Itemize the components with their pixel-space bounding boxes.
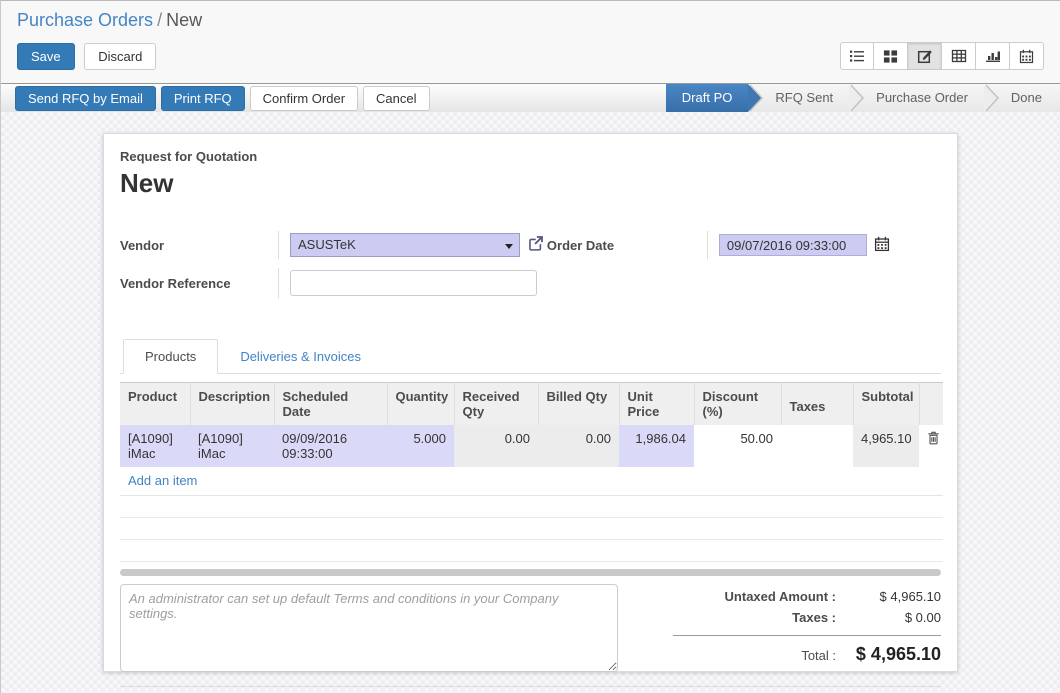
open-vendor-record-button[interactable] bbox=[527, 235, 544, 255]
calendar-view-button[interactable] bbox=[1010, 42, 1044, 70]
vendor-selected-value: ASUSTeK bbox=[298, 237, 356, 252]
cell-discount[interactable]: 50.00 bbox=[694, 425, 781, 467]
page-title: New bbox=[120, 168, 941, 199]
column-header-taxes[interactable]: Taxes bbox=[781, 383, 853, 426]
notebook-tabs: Products Deliveries & Invoices bbox=[120, 338, 941, 374]
order-date-label: Order Date bbox=[547, 238, 707, 253]
breadcrumb-purchase-orders-link[interactable]: Purchase Orders bbox=[17, 10, 153, 30]
tab-products[interactable]: Products bbox=[123, 339, 218, 374]
add-an-item-row: Add an item bbox=[120, 467, 943, 496]
send-rfq-by-email-button[interactable]: Send RFQ by Email bbox=[15, 86, 156, 111]
table-header-row: Product Description Scheduled Date Quant… bbox=[120, 383, 943, 426]
column-header-received-qty[interactable]: Received Qty bbox=[454, 383, 538, 426]
column-header-delete bbox=[919, 383, 943, 426]
discard-button[interactable]: Discard bbox=[84, 43, 156, 70]
cell-unit-price[interactable]: 1,986.04 bbox=[619, 425, 694, 467]
order-date-input[interactable] bbox=[719, 234, 867, 256]
total-label: Total : bbox=[801, 645, 836, 666]
cancel-button[interactable]: Cancel bbox=[363, 86, 429, 111]
order-lines-table: Product Description Scheduled Date Quant… bbox=[120, 382, 943, 562]
breadcrumb-current: New bbox=[166, 10, 202, 30]
pivot-table-icon bbox=[951, 48, 967, 64]
cell-quantity[interactable]: 5.000 bbox=[387, 425, 454, 467]
column-header-unit-price[interactable]: Unit Price bbox=[619, 383, 694, 426]
cell-description[interactable]: [A1090] iMac bbox=[190, 425, 274, 467]
kanban-icon bbox=[883, 49, 898, 64]
column-header-billed-qty[interactable]: Billed Qty bbox=[538, 383, 619, 426]
graph-view-button[interactable] bbox=[976, 42, 1010, 70]
statusbar: Send RFQ by Email Print RFQ Confirm Orde… bbox=[1, 83, 1060, 112]
column-header-description[interactable]: Description bbox=[190, 383, 274, 426]
form-view-button[interactable] bbox=[908, 42, 942, 70]
column-header-product[interactable]: Product bbox=[120, 383, 190, 426]
external-link-icon bbox=[527, 235, 544, 255]
taxes-value: $ 0.00 bbox=[836, 607, 941, 628]
cell-billed-qty: 0.00 bbox=[538, 425, 619, 467]
confirm-order-button[interactable]: Confirm Order bbox=[250, 86, 358, 111]
empty-row bbox=[120, 518, 943, 540]
breadcrumb: Purchase Orders/New bbox=[1, 1, 1060, 33]
column-header-subtotal[interactable]: Subtotal bbox=[853, 383, 919, 426]
save-button[interactable]: Save bbox=[17, 43, 75, 70]
delete-line-button[interactable] bbox=[919, 425, 943, 467]
tab-deliveries-invoices[interactable]: Deliveries & Invoices bbox=[218, 339, 383, 374]
toolbar: Save Discard bbox=[1, 33, 1060, 83]
column-header-quantity[interactable]: Quantity bbox=[387, 383, 454, 426]
order-line-row[interactable]: [A1090] iMac [A1090] iMac 09/09/2016 09:… bbox=[120, 425, 943, 467]
print-rfq-button[interactable]: Print RFQ bbox=[161, 86, 245, 111]
vendor-reference-label: Vendor Reference bbox=[120, 276, 278, 291]
terms-and-conditions-textarea[interactable] bbox=[120, 584, 618, 672]
horizontal-scrollbar[interactable] bbox=[120, 569, 941, 576]
kanban-view-button[interactable] bbox=[874, 42, 908, 70]
taxes-label: Taxes : bbox=[792, 607, 836, 628]
cell-scheduled-date[interactable]: 09/09/2016 09:33:00 bbox=[274, 425, 387, 467]
edit-pencil-icon bbox=[917, 48, 933, 64]
totals-panel: Untaxed Amount : $ 4,965.10 Taxes : $ 0.… bbox=[673, 584, 941, 672]
list-view-button[interactable] bbox=[840, 42, 874, 70]
empty-row bbox=[120, 540, 943, 562]
stage-purchase-order[interactable]: Purchase Order bbox=[849, 84, 984, 112]
total-value: $ 4,965.10 bbox=[836, 644, 941, 665]
view-switcher bbox=[840, 42, 1044, 70]
column-header-scheduled-date[interactable]: Scheduled Date bbox=[274, 383, 387, 426]
vendor-reference-input[interactable] bbox=[290, 270, 537, 296]
odoo-purchase-order-form: Purchase Orders/New Save Discard bbox=[0, 0, 1060, 693]
empty-row bbox=[120, 496, 943, 518]
cell-subtotal: 4,965.10 bbox=[853, 425, 919, 467]
form-sheet: Request for Quotation New Vendor ASUSTeK bbox=[103, 133, 958, 672]
status-pipeline: Draft PO RFQ Sent Purchase Order Done bbox=[666, 84, 1060, 112]
vendor-select[interactable]: ASUSTeK bbox=[290, 233, 520, 257]
cell-taxes[interactable] bbox=[781, 425, 853, 467]
breadcrumb-separator: / bbox=[153, 10, 166, 30]
add-an-item-link[interactable]: Add an item bbox=[128, 473, 197, 488]
date-picker-button[interactable] bbox=[874, 236, 890, 255]
trash-icon bbox=[927, 433, 940, 448]
chevron-down-icon bbox=[505, 244, 513, 249]
pivot-view-button[interactable] bbox=[942, 42, 976, 70]
column-header-discount[interactable]: Discount (%) bbox=[694, 383, 781, 426]
untaxed-amount-label: Untaxed Amount : bbox=[725, 586, 836, 607]
document-type-label: Request for Quotation bbox=[120, 149, 941, 164]
untaxed-amount-value: $ 4,965.10 bbox=[836, 586, 941, 607]
totals-divider bbox=[673, 635, 941, 636]
bar-chart-icon bbox=[985, 48, 1001, 64]
calendar-icon bbox=[874, 236, 890, 255]
vendor-label: Vendor bbox=[120, 238, 278, 253]
list-icon bbox=[849, 48, 865, 64]
calendar-icon bbox=[1019, 49, 1034, 64]
cell-product[interactable]: [A1090] iMac bbox=[120, 425, 190, 467]
form-background: Request for Quotation New Vendor ASUSTeK bbox=[1, 112, 1060, 693]
sheet-footer-divider bbox=[120, 686, 941, 687]
stage-rfq-sent[interactable]: RFQ Sent bbox=[748, 84, 849, 112]
stage-draft-po[interactable]: Draft PO bbox=[666, 84, 749, 112]
cell-received-qty: 0.00 bbox=[454, 425, 538, 467]
